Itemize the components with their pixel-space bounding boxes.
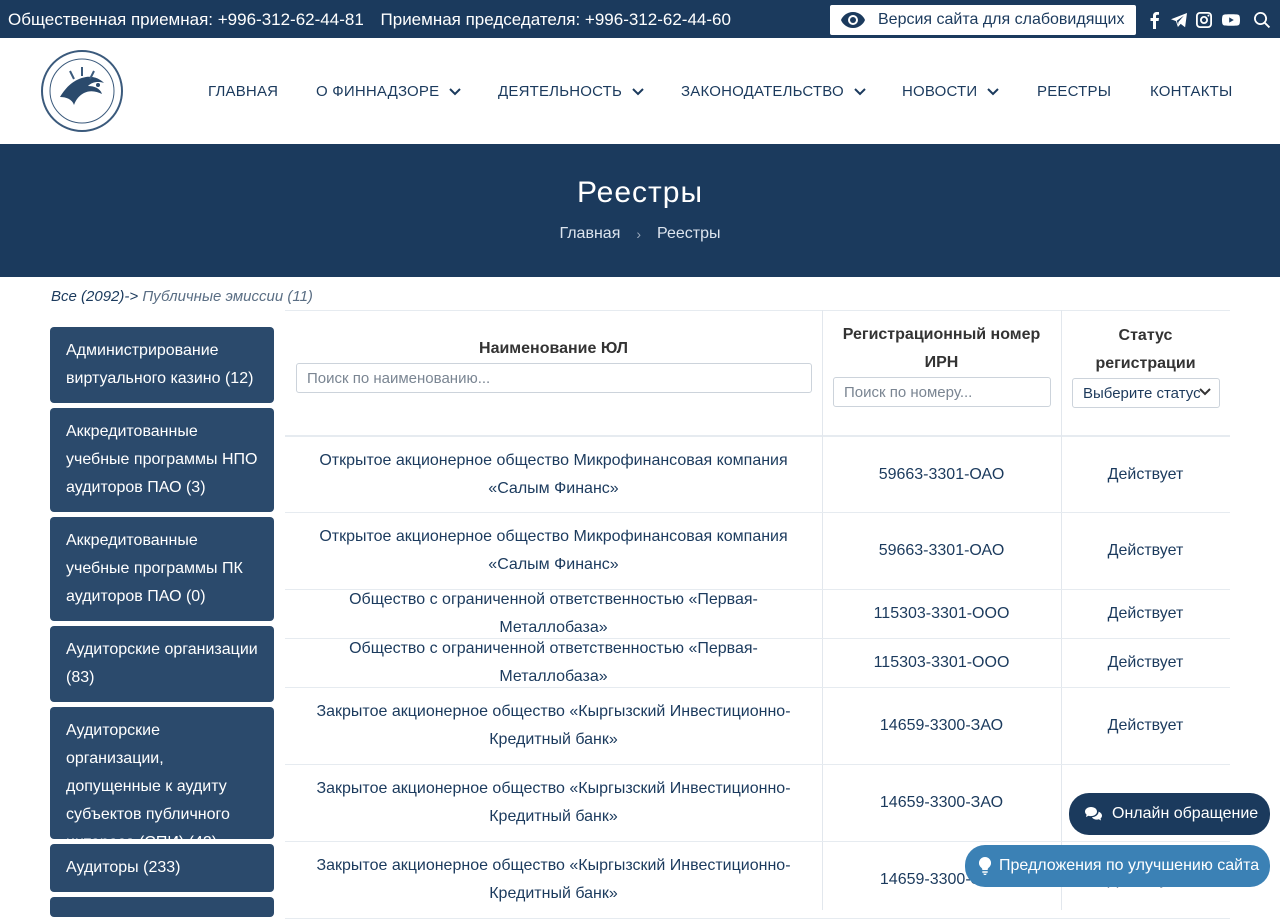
lightbulb-icon xyxy=(979,857,991,875)
chairman-reception-phone[interactable]: Приемная председателя: +996-312-62-44-60 xyxy=(381,10,731,29)
public-reception-phone[interactable]: Общественная приемная: +996-312-62-44-81 xyxy=(8,10,364,29)
online-appeal-label: Онлайн обращение xyxy=(1112,805,1259,822)
page-hero: Реестры Главная › Реестры xyxy=(0,144,1280,277)
breadcrumb: Главная › Реестры xyxy=(0,225,1280,243)
sidebar-item-virtual-casino[interactable]: Администрирование виртуального казино (1… xyxy=(50,327,274,403)
table-row[interactable]: Открытое акционерное общество Микрофинан… xyxy=(285,513,1230,590)
telegram-icon[interactable] xyxy=(1169,10,1189,30)
sidebar-item-audit-orgs[interactable]: Аудиторские организации (83) xyxy=(50,626,274,702)
breadcrumb-current: Реестры xyxy=(657,225,721,242)
cell-name[interactable]: Открытое акционерное общество Микрофинан… xyxy=(285,437,822,512)
cell-status: Действует xyxy=(1107,465,1184,483)
nav-home-label: ГЛАВНАЯ xyxy=(208,83,279,100)
table-row[interactable]: Открытое акционерное общество Микрофинан… xyxy=(285,437,1230,513)
status-select-value: Выберите статус xyxy=(1083,385,1201,402)
header-name[interactable]: Наименование ЮЛ xyxy=(285,335,822,363)
chevron-down-icon xyxy=(1199,388,1211,396)
low-vision-label: Версия сайта для слабовидящих xyxy=(878,11,1125,28)
chevron-down-icon xyxy=(987,87,1000,95)
page-title: Реестры xyxy=(576,176,704,209)
filter-arrow: -> xyxy=(124,288,139,305)
eye-icon xyxy=(841,12,865,28)
cell-name[interactable]: Закрытое акционерное общество «Кыргызски… xyxy=(285,688,822,764)
facebook-icon[interactable] xyxy=(1145,10,1165,30)
cell-status: Действует xyxy=(1107,542,1184,559)
search-icon[interactable] xyxy=(1252,10,1272,30)
cell-name[interactable]: Общество с ограниченной ответственностью… xyxy=(285,639,822,687)
phone-contacts: Общественная приемная: +996-312-62-44-81… xyxy=(8,10,743,30)
table-row[interactable]: Закрытое акционерное общество «Кыргызски… xyxy=(285,688,1230,765)
cell-reg-number[interactable]: 14659-3300-ЗАО xyxy=(822,688,1061,764)
sidebar-item-audit-orgs-spi[interactable]: Аудиторские организации, допущенные к ау… xyxy=(50,707,274,851)
category-filter-path: Все (2092)-> Публичные эмиссии (11) xyxy=(51,288,313,305)
header-reg-number[interactable]: Регистрационный номер ИРН xyxy=(832,321,1051,377)
sidebar-item-pk-programs[interactable]: Аккредитованные учебные программы ПК ауд… xyxy=(50,517,274,621)
online-appeal-button[interactable]: Онлайн обращение xyxy=(1069,793,1270,835)
main-header: ГЛАВНАЯ О ФИННАДЗОРЕ ДЕЯТЕЛЬНОСТЬ ЗАКОНО… xyxy=(0,38,1280,144)
nav-news-label: НОВОСТИ xyxy=(902,83,978,100)
nav-news[interactable]: НОВОСТИ xyxy=(902,83,1000,100)
cell-status: Действует xyxy=(1107,654,1184,671)
header-status[interactable]: Статус регистрации xyxy=(1081,322,1210,378)
nav-about-label: О ФИННАДЗОРЕ xyxy=(316,83,440,100)
status-select[interactable]: Выберите статус xyxy=(1072,378,1220,408)
low-vision-button[interactable]: Версия сайта для слабовидящих xyxy=(830,5,1136,35)
nav-activity[interactable]: ДЕЯТЕЛЬНОСТЬ xyxy=(498,83,644,100)
cell-reg-number[interactable]: 14659-3300-ЗАО xyxy=(822,765,1061,841)
sidebar-item-next[interactable] xyxy=(50,897,274,917)
nav-legislation[interactable]: ЗАКОНОДАТЕЛЬСТВО xyxy=(681,83,866,100)
chat-icon xyxy=(1085,807,1102,821)
sidebar-item-npo-programs[interactable]: Аккредитованные учебные программы НПО ау… xyxy=(50,408,274,512)
cell-name[interactable]: Закрытое акционерное общество «Кыргызски… xyxy=(285,765,822,841)
chevron-down-icon xyxy=(632,87,644,95)
cell-status: Действует xyxy=(1107,717,1184,734)
table-header: Наименование ЮЛ Поиск по наименованию...… xyxy=(285,310,1230,437)
filter-current: Публичные эмиссии (11) xyxy=(142,288,313,305)
nav-contacts[interactable]: КОНТАКТЫ xyxy=(1150,83,1233,100)
table-row[interactable]: Общество с ограниченной ответственностью… xyxy=(285,639,1230,688)
sidebar-item-label: Аудиторские организации (83) xyxy=(66,641,258,686)
cell-reg-number[interactable]: 115303-3301-ООО xyxy=(822,590,1061,638)
chevron-right-icon: › xyxy=(636,226,642,242)
filter-all-link[interactable]: Все (2092) xyxy=(51,288,124,305)
nav-registries[interactable]: РЕЕСТРЫ xyxy=(1037,83,1111,100)
name-search-input[interactable]: Поиск по наименованию... xyxy=(296,363,812,393)
sidebar-item-label: Администрирование виртуального казино (1… xyxy=(66,342,254,387)
nav-registries-label: РЕЕСТРЫ xyxy=(1037,83,1112,100)
cell-reg-number[interactable]: 59663-3301-ОАО xyxy=(822,437,1061,512)
cell-name[interactable]: Открытое акционерное общество Микрофинан… xyxy=(285,513,822,589)
cell-name[interactable]: Общество с ограниченной ответственностью… xyxy=(285,590,822,638)
youtube-icon[interactable] xyxy=(1221,10,1241,30)
site-suggestions-label: Предложения по улучшению сайта xyxy=(999,857,1260,874)
sidebar-item-label: Аккредитованные учебные программы НПО ау… xyxy=(66,423,258,496)
chevron-down-icon xyxy=(854,87,866,95)
breadcrumb-home[interactable]: Главная xyxy=(559,225,620,243)
sidebar-item-label: Аудиторские организации, допущенные к ау… xyxy=(66,722,230,851)
cell-reg-number[interactable]: 115303-3301-ООО xyxy=(822,639,1061,687)
finnadzor-logo[interactable] xyxy=(40,49,124,133)
nav-home[interactable]: ГЛАВНАЯ xyxy=(208,83,278,100)
cell-name[interactable]: Закрытое акционерное общество «Кыргызски… xyxy=(285,842,822,918)
sidebar-item-label: Аккредитованные учебные программы ПК ауд… xyxy=(66,532,243,605)
cell-status: Действует xyxy=(1107,605,1184,622)
nav-about[interactable]: О ФИННАДЗОРЕ xyxy=(316,83,462,100)
sidebar-item-label: Аудиторы (233) xyxy=(66,859,181,876)
top-bar: Общественная приемная: +996-312-62-44-81… xyxy=(0,0,1280,38)
site-suggestions-button[interactable]: Предложения по улучшению сайта xyxy=(965,845,1270,887)
nav-contacts-label: КОНТАКТЫ xyxy=(1150,83,1233,100)
cell-reg-number[interactable]: 59663-3301-ОАО xyxy=(822,513,1061,589)
instagram-icon[interactable] xyxy=(1194,10,1214,30)
table-row[interactable]: Общество с ограниченной ответственностью… xyxy=(285,590,1230,639)
chevron-down-icon xyxy=(449,87,462,95)
nav-activity-label: ДЕЯТЕЛЬНОСТЬ xyxy=(498,83,623,100)
sidebar-item-auditors[interactable]: Аудиторы (233) xyxy=(50,844,274,892)
reg-number-search-input[interactable]: Поиск по номеру... xyxy=(833,377,1051,407)
nav-legislation-label: ЗАКОНОДАТЕЛЬСТВО xyxy=(681,83,844,100)
